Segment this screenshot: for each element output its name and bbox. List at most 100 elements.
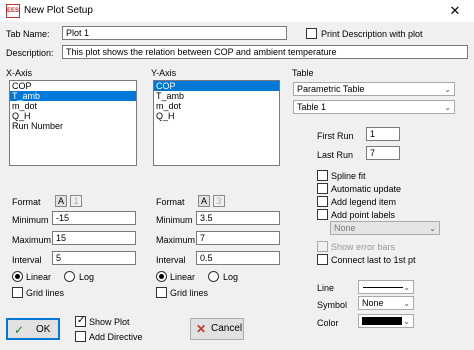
y-minimum-input[interactable]: 3.5 — [196, 211, 280, 225]
y-format-type-button[interactable]: A — [198, 195, 210, 207]
symbol-label: Symbol — [317, 300, 348, 310]
connect-last-label: Connect last to 1st pt — [331, 255, 416, 265]
show-error-bars-label: Show error bars — [331, 242, 396, 252]
x-maximum-label: Maximum — [12, 235, 52, 245]
y-minimum-label: Minimum — [156, 215, 193, 225]
tab-name-label: Tab Name: — [6, 29, 50, 39]
chevron-down-icon: ⌄ — [403, 299, 410, 308]
symbol-value: None — [362, 298, 384, 308]
print-description-label: Print Description with plot — [321, 29, 423, 39]
line-style-preview — [363, 287, 403, 288]
y-linear-label: Linear — [170, 272, 196, 282]
table-name-select[interactable]: Table 1 ⌄ — [293, 100, 455, 114]
x-grid-lines-checkbox[interactable] — [12, 287, 23, 298]
ok-button[interactable]: ✓ OK — [6, 318, 60, 340]
line-style-select[interactable]: ⌄ — [358, 280, 414, 294]
chevron-down-icon: ⌄ — [429, 224, 436, 233]
add-point-labels-label: Add point labels — [331, 210, 396, 220]
automatic-update-checkbox[interactable] — [317, 183, 328, 194]
y-grid-lines-label: Grid lines — [170, 288, 209, 298]
x-axis-item-m-dot[interactable]: m_dot — [10, 101, 136, 111]
y-interval-input[interactable]: 0.5 — [196, 251, 280, 265]
y-grid-lines-checkbox[interactable] — [156, 287, 167, 298]
x-format-label: Format — [12, 197, 41, 207]
x-axis-item-t-amb[interactable]: T_amb — [10, 91, 136, 101]
first-run-input[interactable]: 1 — [366, 127, 400, 141]
description-input[interactable]: This plot shows the relation between COP… — [62, 45, 468, 59]
x-linear-radio[interactable] — [12, 271, 23, 282]
table-name-value: Table 1 — [297, 102, 327, 112]
tab-name-input[interactable]: Plot 1 — [62, 26, 287, 40]
automatic-update-label: Automatic update — [331, 184, 402, 194]
color-swatch — [362, 317, 402, 325]
ok-label: OK — [36, 324, 51, 335]
cancel-label: Cancel — [211, 323, 243, 334]
close-icon[interactable]: ✕ — [440, 2, 470, 20]
x-minimum-input[interactable]: -15 — [52, 211, 136, 225]
add-point-labels-checkbox[interactable] — [317, 209, 328, 220]
table-source-select[interactable]: Parametric Table ⌄ — [293, 82, 455, 96]
y-interval-label: Interval — [156, 255, 186, 265]
x-axis-item-cop[interactable]: COP — [10, 81, 136, 91]
add-legend-item-label: Add legend item — [331, 197, 397, 207]
x-icon: ✕ — [196, 322, 207, 336]
last-run-label: Last Run — [317, 150, 354, 160]
y-maximum-label: Maximum — [156, 235, 196, 245]
description-label: Description: — [6, 48, 54, 58]
first-run-label: First Run — [317, 131, 354, 141]
chevron-down-icon: ⌄ — [444, 85, 451, 94]
table-label: Table — [292, 68, 314, 78]
y-axis-item-cop[interactable]: COP — [154, 81, 279, 91]
show-plot-label: Show Plot — [89, 317, 130, 327]
add-legend-item-checkbox[interactable] — [317, 196, 328, 207]
spline-fit-checkbox[interactable] — [317, 170, 328, 181]
y-axis-listbox[interactable]: COP T_amb m_dot Q_H — [153, 80, 280, 166]
spline-fit-label: Spline fit — [331, 171, 366, 181]
x-grid-lines-label: Grid lines — [26, 288, 65, 298]
x-maximum-input[interactable]: 15 — [52, 231, 136, 245]
show-error-bars-checkbox[interactable] — [317, 241, 328, 252]
x-axis-listbox[interactable]: COP T_amb m_dot Q_H Run Number — [9, 80, 137, 166]
y-axis-item-q-h[interactable]: Q_H — [154, 111, 279, 121]
add-directive-checkbox[interactable] — [75, 331, 86, 342]
chevron-down-icon: ⌄ — [444, 103, 451, 112]
y-axis-item-m-dot[interactable]: m_dot — [154, 101, 279, 111]
y-maximum-input[interactable]: 7 — [196, 231, 280, 245]
y-format-digits[interactable]: 3 — [213, 195, 225, 207]
x-interval-input[interactable]: 5 — [52, 251, 136, 265]
x-linear-label: Linear — [26, 272, 52, 282]
point-labels-value: None — [334, 223, 356, 233]
y-axis-item-t-amb[interactable]: T_amb — [154, 91, 279, 101]
last-run-input[interactable]: 7 — [366, 146, 400, 160]
x-log-radio[interactable] — [64, 271, 75, 282]
add-directive-label: Add Directive — [89, 332, 143, 342]
x-minimum-label: Minimum — [12, 215, 49, 225]
x-axis-item-run-number[interactable]: Run Number — [10, 121, 136, 131]
color-select[interactable]: ⌄ — [358, 314, 414, 328]
x-axis-label: X-Axis — [6, 68, 33, 78]
cancel-button[interactable]: ✕ Cancel — [190, 318, 244, 340]
point-labels-select[interactable]: None ⌄ — [330, 221, 440, 235]
y-format-label: Format — [156, 197, 185, 207]
x-format-type-button[interactable]: A — [55, 195, 67, 207]
x-axis-item-q-h[interactable]: Q_H — [10, 111, 136, 121]
y-log-label: Log — [223, 272, 239, 282]
chevron-down-icon: ⌄ — [403, 283, 410, 292]
line-label: Line — [317, 283, 335, 293]
checkmark-icon: ✓ — [14, 323, 25, 337]
y-log-radio[interactable] — [208, 271, 219, 282]
app-icon: EES — [6, 4, 20, 18]
connect-last-checkbox[interactable] — [317, 254, 328, 265]
chevron-down-icon: ⌄ — [403, 317, 410, 326]
x-format-digits[interactable]: 1 — [70, 195, 82, 207]
show-plot-checkbox[interactable] — [75, 315, 86, 327]
y-axis-label: Y-Axis — [151, 68, 177, 78]
window-title: New Plot Setup — [24, 5, 93, 16]
print-description-checkbox[interactable] — [306, 28, 317, 39]
color-label: Color — [317, 318, 339, 328]
table-source-value: Parametric Table — [297, 84, 365, 94]
symbol-select[interactable]: None ⌄ — [358, 296, 414, 310]
x-interval-label: Interval — [12, 255, 42, 265]
x-log-label: Log — [79, 272, 95, 282]
y-linear-radio[interactable] — [156, 271, 167, 282]
